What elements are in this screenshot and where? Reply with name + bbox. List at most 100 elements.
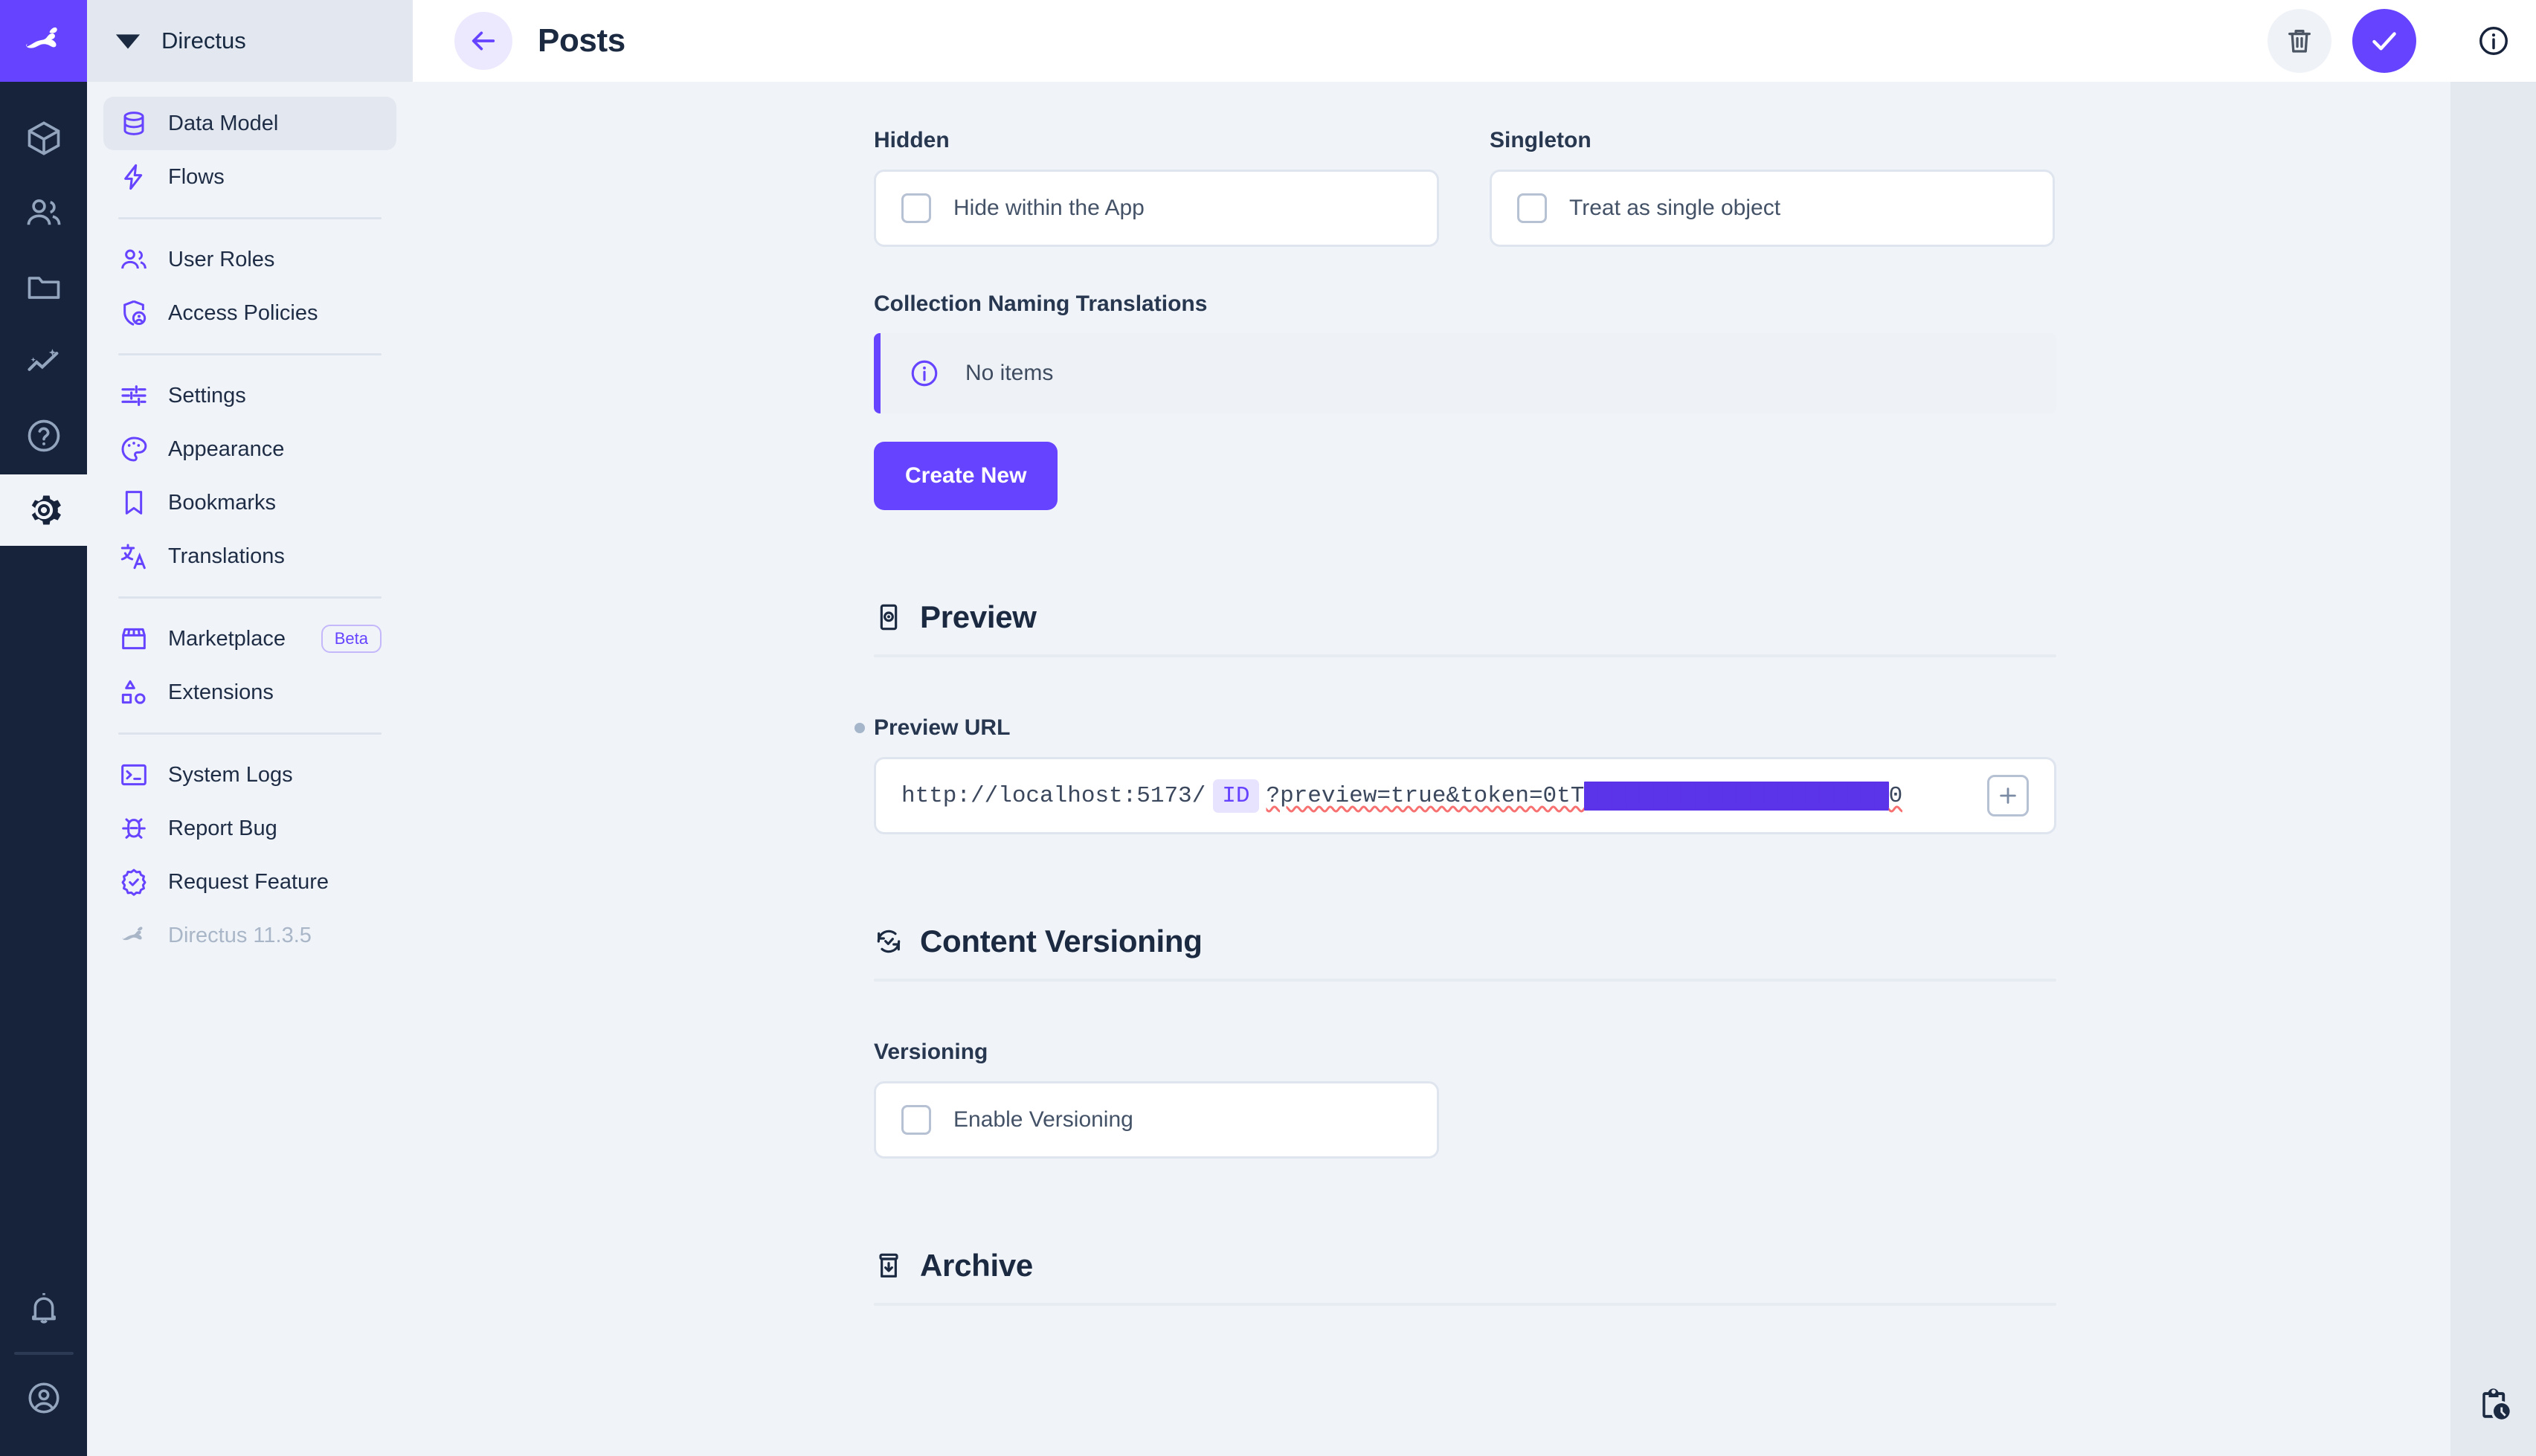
treat-as-single-object-checkbox[interactable] (1517, 193, 1547, 223)
rabbit-logo-icon (118, 920, 149, 951)
required-indicator (855, 723, 865, 733)
extension-shapes-icon (118, 677, 149, 708)
module-rail-bottom (0, 1273, 87, 1456)
preview-url-label-row: Preview URL (855, 715, 2056, 741)
page-header: Posts (413, 0, 2450, 82)
sidebar-divider (118, 217, 382, 219)
clipboard-clock-icon (2482, 1388, 2510, 1420)
shield-person-icon (118, 297, 149, 329)
sidebar-item-bookmarks[interactable]: Bookmarks (103, 476, 396, 529)
preview-phone-icon (874, 602, 904, 632)
help-circle-icon (28, 419, 59, 452)
add-box-icon[interactable] (1987, 775, 2029, 816)
delete-collection-button[interactable] (2268, 9, 2331, 73)
preview-section-header: Preview (874, 599, 2056, 635)
revisions-button[interactable] (2450, 1353, 2536, 1456)
preview-section-title: Preview (920, 599, 1037, 634)
account-circle-icon (28, 1382, 59, 1414)
tune-icon (118, 380, 149, 411)
terminal-icon (118, 759, 149, 790)
rail-item-files[interactable] (0, 251, 87, 323)
section-divider (874, 979, 2056, 982)
header-actions (2268, 9, 2416, 73)
trash-icon (2288, 30, 2311, 53)
rail-divider (13, 1352, 74, 1355)
info-sidebar-button[interactable] (2477, 24, 2511, 58)
sidebar-item-label: Marketplace (168, 626, 286, 651)
hidden-checkbox-box[interactable]: Hide within the App (874, 170, 1439, 247)
create-new-button[interactable]: Create New (874, 442, 1058, 510)
singleton-label: Singleton (1490, 128, 1592, 152)
rabbit-logo-icon (25, 27, 57, 48)
rail-item-settings[interactable] (0, 474, 87, 546)
box-icon (28, 121, 59, 155)
sidebar-item-marketplace[interactable]: Marketplace Beta (103, 612, 396, 666)
treat-as-single-object-label: Treat as single object (1569, 196, 1781, 220)
archive-section-header: Archive (874, 1248, 2056, 1283)
rail-item-users[interactable] (0, 177, 87, 248)
rail-item-docs[interactable] (0, 400, 87, 471)
right-sidebar-top-sheet (2450, 0, 2536, 82)
url-suffix: ?preview=true&token=0tT (1266, 782, 1585, 809)
sidebar-item-user-roles[interactable]: User Roles (103, 233, 396, 286)
sidebar-item-data-model[interactable]: Data Model (103, 97, 396, 150)
preview-url-input[interactable]: http://localhost:5173/ ID ?preview=true&… (874, 757, 2056, 834)
sidebar-item-extensions[interactable]: Extensions (103, 666, 396, 719)
versions-check-icon (874, 927, 904, 956)
save-collection-button[interactable] (2352, 9, 2416, 73)
sidebar-item-appearance[interactable]: Appearance (103, 422, 396, 476)
module-rail (0, 0, 87, 1456)
sidebar-item-label: Extensions (168, 680, 274, 704)
preview-section: Preview Preview URL http://localhost:517… (855, 599, 2056, 834)
verified-icon (118, 866, 149, 898)
versioning-label: Versioning (874, 1040, 988, 1064)
sidebar-item-report-bug[interactable]: Report Bug (103, 802, 396, 855)
info-circle-icon (909, 358, 940, 389)
sidebar-item-label: Report Bug (168, 816, 277, 840)
users-icon (27, 199, 60, 225)
sidebar-item-translations[interactable]: Translations (103, 529, 396, 583)
sidebar-item-label: Bookmarks (168, 490, 277, 515)
right-sidebar (2450, 0, 2536, 1456)
sidebar-item-label: Request Feature (168, 869, 329, 894)
sidebar-item-label: System Logs (168, 762, 293, 787)
singleton-field: Singleton Treat as single object (1490, 128, 2055, 247)
back-button[interactable] (454, 12, 512, 70)
marketplace-beta-badge: Beta (321, 624, 382, 654)
preview-url-label: Preview URL (874, 715, 1011, 740)
bug-icon (118, 813, 149, 844)
sidebar-item-label: Settings (168, 383, 246, 408)
rail-item-content[interactable] (0, 103, 87, 174)
enable-versioning-checkbox[interactable] (901, 1105, 931, 1135)
preview-url-value: http://localhost:5173/ ID ?preview=true&… (901, 779, 1902, 813)
app-root: Directus Data Model Flows User Roles Acc… (0, 0, 2536, 1456)
bell-icon (31, 1292, 56, 1324)
sidebar-item-system-logs[interactable]: System Logs (103, 748, 396, 802)
translate-icon (118, 541, 149, 572)
sidebar-item-request-feature[interactable]: Request Feature (103, 855, 396, 909)
sidebar-item-label: Data Model (168, 111, 279, 135)
sidebar-title: Directus (161, 28, 246, 54)
url-id-chip: ID (1213, 779, 1259, 813)
users-icon (118, 244, 149, 275)
page-title: Posts (538, 22, 625, 59)
sidebar-item-label: User Roles (168, 247, 275, 271)
rail-item-notifications[interactable] (0, 1273, 87, 1344)
singleton-checkbox-box[interactable]: Treat as single object (1490, 170, 2055, 247)
sidebar-item-label: Translations (168, 544, 285, 568)
versioning-checkbox-box[interactable]: Enable Versioning (874, 1081, 1439, 1159)
folder-icon (28, 277, 59, 299)
sidebar-item-flows[interactable]: Flows (103, 150, 396, 204)
versioning-section-title: Content Versioning (920, 924, 1203, 959)
directus-logo[interactable] (0, 0, 87, 82)
versioning-section-header: Content Versioning (874, 924, 2056, 959)
gear-icon (31, 495, 61, 525)
rail-item-user-menu[interactable] (0, 1362, 87, 1434)
sidebar-item-access-policies[interactable]: Access Policies (103, 286, 396, 340)
sidebar-divider (118, 732, 382, 735)
hidden-label: Hidden (874, 128, 950, 152)
rail-item-insights[interactable] (0, 326, 87, 397)
translations-field: Collection Naming Translations No items … (874, 291, 2450, 510)
hide-within-app-checkbox[interactable] (901, 193, 931, 223)
sidebar-item-settings[interactable]: Settings (103, 369, 396, 422)
